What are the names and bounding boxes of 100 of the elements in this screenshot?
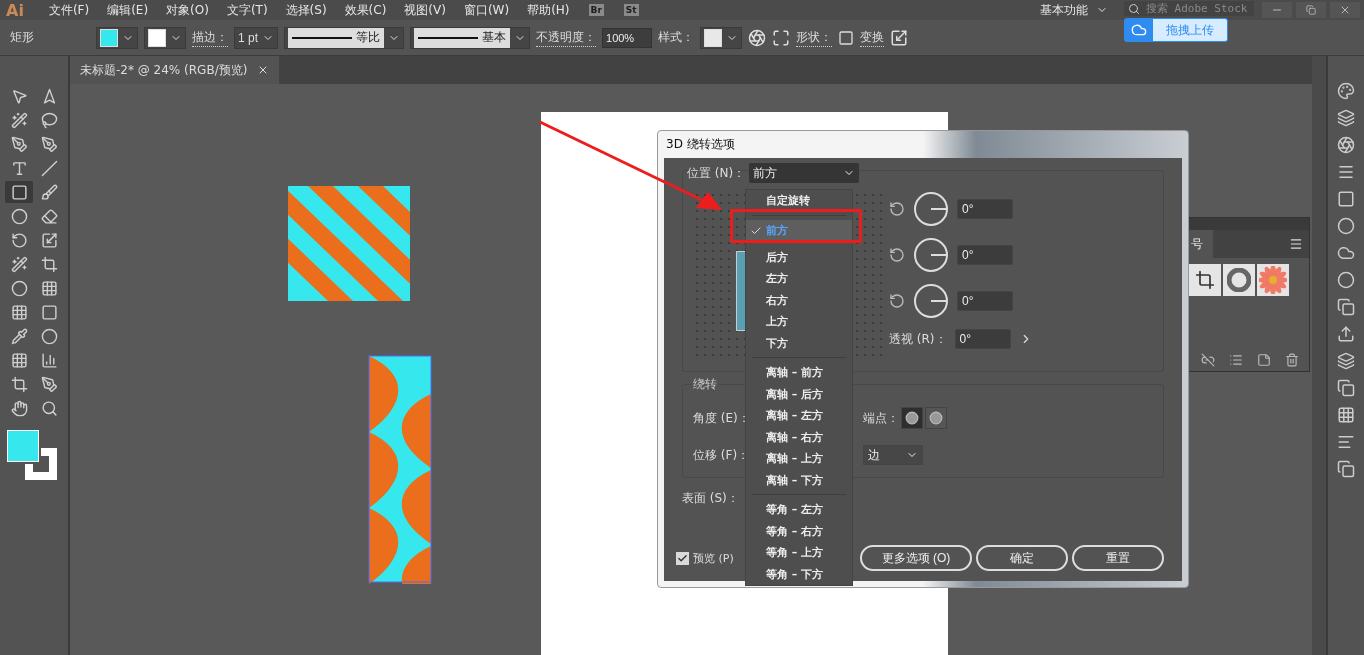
rotation-dial[interactable] — [913, 283, 949, 319]
fill-swatch[interactable] — [7, 430, 39, 462]
menu-item[interactable]: 对象(O) — [157, 1, 218, 19]
menu-option[interactable]: 等角 – 上方 — [746, 542, 852, 564]
menu-option[interactable]: 等角 – 左方 — [746, 499, 852, 521]
menu-option[interactable]: 离轴 – 下方 — [746, 469, 852, 491]
menu-option[interactable]: 上方 — [746, 311, 852, 333]
copy-icon[interactable] — [1337, 460, 1355, 478]
axis-rotation-icon — [889, 201, 905, 217]
profile-dropdown[interactable]: 等比 — [284, 26, 404, 49]
menu-option[interactable]: 左方 — [746, 268, 852, 290]
stroke-swatch — [148, 28, 166, 47]
opacity-label: 不透明度： — [536, 28, 596, 47]
menu-option[interactable]: 离轴 – 前方 — [746, 362, 852, 384]
menu-option[interactable]: 后方 — [746, 246, 852, 268]
document-tab[interactable]: 未标题-2* @ 24% (RGB/预览) — [70, 56, 280, 84]
symbol-thumbnail[interactable] — [1189, 264, 1221, 296]
transform-icon[interactable] — [890, 28, 908, 47]
rectangle-icon — [10, 183, 28, 201]
menu-option[interactable]: 下方 — [746, 332, 852, 354]
opacity-field[interactable]: 100% — [602, 27, 652, 48]
preview-checkbox[interactable] — [676, 551, 689, 565]
cloud-icon[interactable] — [1337, 244, 1355, 262]
section-title: 绕转 — [691, 376, 719, 393]
perspective-field[interactable]: 0° — [954, 329, 1011, 349]
brush-dropdown[interactable]: 基本 — [410, 26, 530, 49]
dialog-title: 3D 绕转选项 — [665, 136, 736, 153]
stroke-label: 描边： — [192, 28, 228, 47]
rectangle-tool[interactable] — [5, 181, 33, 203]
menu-option[interactable]: 等角 – 下方 — [746, 563, 852, 585]
cap-button[interactable] — [925, 407, 947, 429]
stroke-swatch[interactable] — [25, 448, 57, 480]
position-dropdown[interactable]: 前方 — [749, 163, 860, 183]
type-icon — [10, 159, 28, 177]
palette-icon[interactable] — [1337, 82, 1355, 100]
menu-item[interactable]: 文字(T) — [217, 1, 277, 19]
copy-icon[interactable] — [1337, 298, 1355, 316]
panel-menu-icon[interactable] — [1289, 237, 1303, 251]
cap-button[interactable] — [901, 407, 923, 429]
zoom-icon — [40, 399, 58, 417]
grid-icon[interactable] — [1337, 406, 1355, 424]
rotation-dial[interactable] — [913, 237, 949, 273]
stroke-color-dropdown[interactable] — [144, 26, 186, 49]
menu-icon[interactable] — [1337, 163, 1355, 181]
dialog-button[interactable]: 更多选项 (O) — [860, 545, 972, 571]
magic-wand-icon — [10, 111, 28, 129]
rotation-dial[interactable] — [913, 191, 949, 227]
symbol-thumbnail[interactable] — [1257, 264, 1289, 296]
offset-dropdown[interactable]: 边 — [863, 445, 923, 465]
cloud-icon — [1131, 22, 1147, 38]
shape-icon[interactable] — [838, 29, 854, 46]
menu-option[interactable]: 自定旋转 — [746, 190, 852, 212]
stock-button[interactable]: St — [623, 4, 639, 16]
selection-icon — [10, 87, 28, 105]
stroke-weight-field[interactable]: 1 pt — [234, 26, 278, 49]
menu-option[interactable]: 离轴 – 后方 — [746, 383, 852, 405]
export-icon[interactable] — [1337, 325, 1355, 343]
rotation-field[interactable]: 0° — [957, 245, 1013, 265]
fill-swatch — [100, 28, 118, 47]
bridge-button[interactable]: Br — [588, 4, 604, 16]
layers-icon[interactable] — [1337, 109, 1355, 127]
menu-item[interactable]: 文件(F) — [39, 1, 99, 19]
menu-item[interactable]: 效果(C) — [335, 1, 396, 19]
style-dropdown[interactable] — [700, 26, 742, 49]
shape-label: 形状： — [796, 28, 832, 47]
maximize-button[interactable] — [1296, 2, 1326, 18]
symbol-thumbnail[interactable] — [1223, 264, 1255, 296]
search-field[interactable]: 搜索 Adobe Stock — [1124, 1, 1254, 16]
new-symbol-icon[interactable] — [1257, 353, 1271, 367]
close-button[interactable] — [1330, 2, 1360, 18]
eyedropper-icon — [10, 327, 28, 345]
aperture-icon[interactable] — [1337, 136, 1355, 154]
layers-icon[interactable] — [1337, 352, 1355, 370]
copy-icon[interactable] — [1337, 379, 1355, 397]
menu-item[interactable]: 选择(S) — [276, 1, 336, 19]
delete-icon[interactable] — [1285, 353, 1299, 367]
workspace-switcher[interactable]: 基本功能 — [1032, 1, 1116, 19]
transform-link[interactable]: 变换 — [860, 28, 884, 47]
menu-option[interactable]: 等角 – 右方 — [746, 520, 852, 542]
menu-item[interactable]: 帮助(H) — [518, 1, 579, 19]
rotation-field[interactable]: 0° — [957, 291, 1013, 311]
circle-icon[interactable] — [1337, 217, 1355, 235]
circle-icon[interactable] — [1337, 271, 1355, 289]
menu-item[interactable]: 窗口(W) — [454, 1, 519, 19]
menu-item[interactable]: 编辑(E) — [98, 1, 158, 19]
paintbrush-icon — [40, 183, 58, 201]
dialog-button[interactable]: 确定 — [976, 545, 1068, 571]
column-graph-icon — [40, 351, 58, 369]
options-icon[interactable] — [1229, 353, 1243, 367]
break-link-icon[interactable] — [1201, 353, 1215, 367]
style-label: 样式： — [658, 29, 694, 46]
hand-icon — [10, 399, 28, 417]
dialog-button[interactable]: 重置 — [1072, 545, 1164, 571]
tool-name: 矩形 — [10, 29, 34, 46]
menu-option[interactable]: 离轴 – 右方 — [746, 426, 852, 448]
close-icon — [1339, 4, 1351, 16]
fill-color-dropdown[interactable] — [96, 26, 138, 49]
menu-item[interactable]: 视图(V) — [395, 1, 455, 19]
rotation-field[interactable]: 0° — [957, 199, 1013, 219]
menu-option[interactable]: 右方 — [746, 289, 852, 311]
